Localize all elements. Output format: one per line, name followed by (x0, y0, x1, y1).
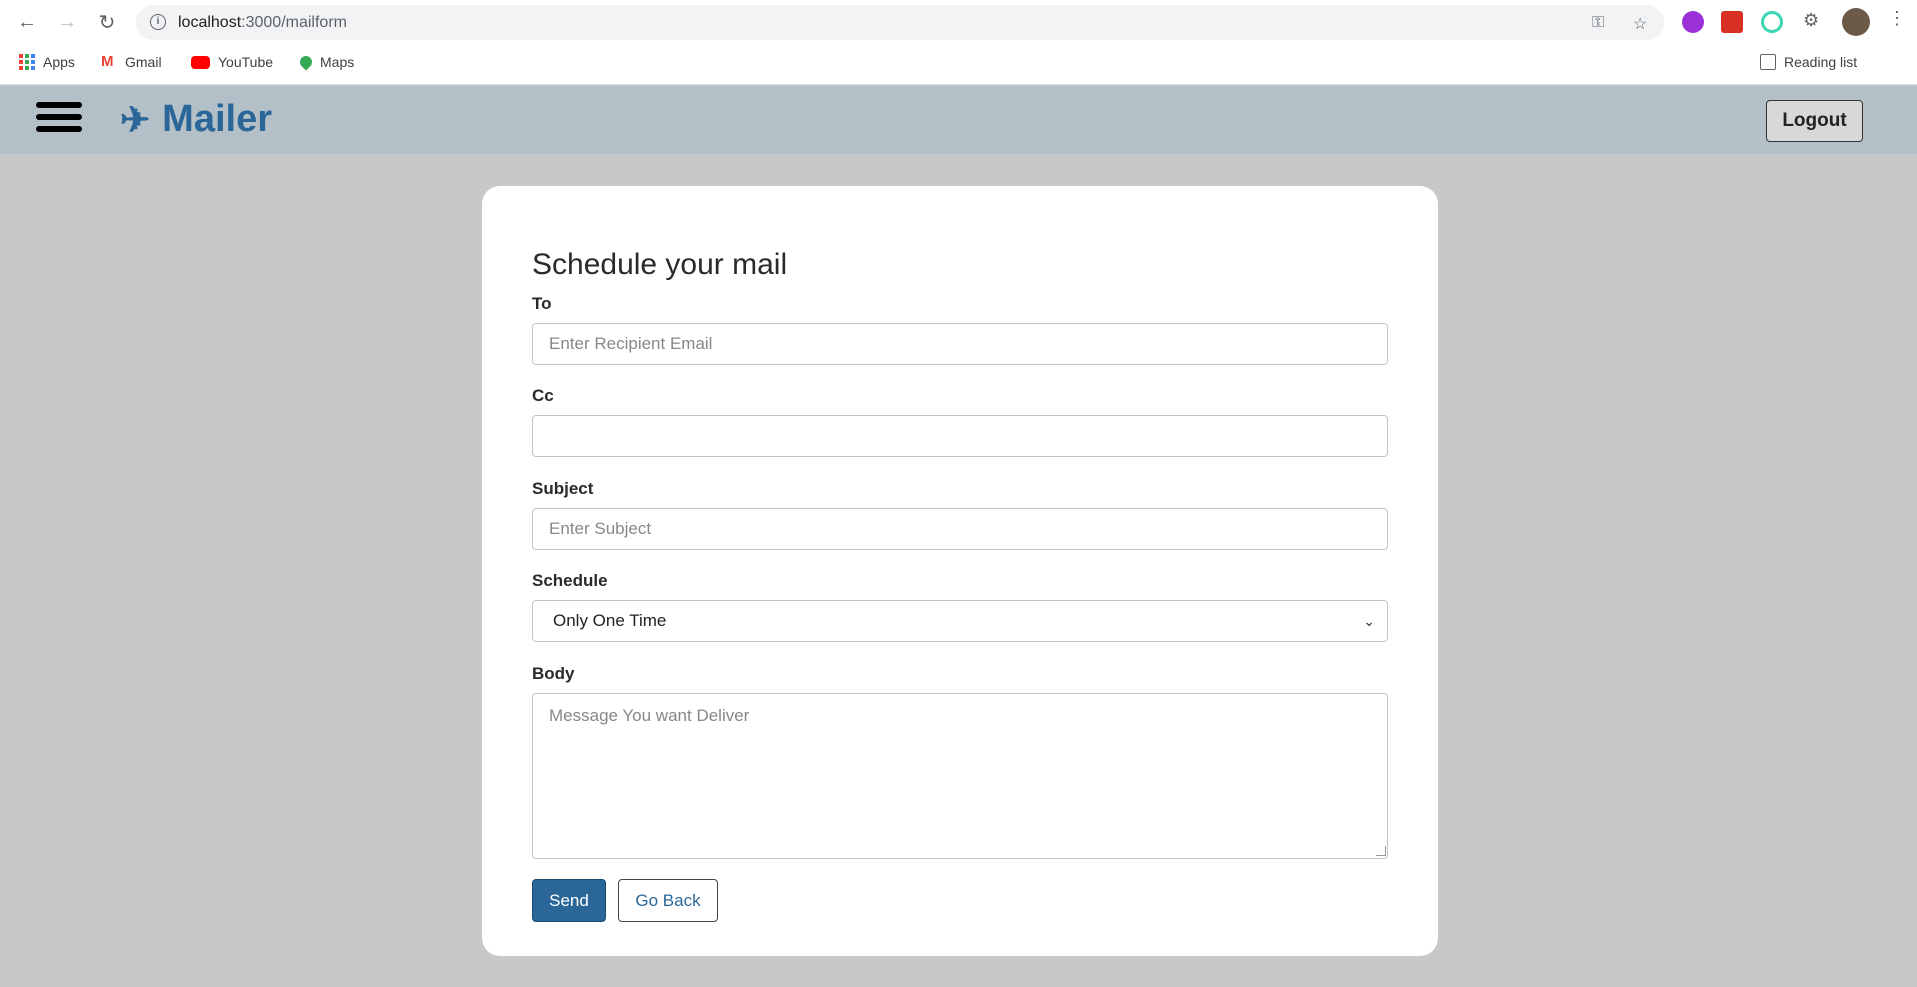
form-title: Schedule your mail (532, 248, 788, 281)
bookmark-star-icon[interactable]: ☆ (1633, 14, 1647, 34)
extensions-puzzle-icon[interactable]: ⚙ (1803, 10, 1819, 31)
hamburger-menu-icon[interactable] (36, 102, 82, 138)
maps-icon (297, 53, 315, 71)
extension-ring-icon[interactable] (1761, 11, 1783, 33)
bookmarks-bar: Apps M Gmail YouTube Maps Reading list (0, 49, 1917, 75)
logout-button[interactable]: Logout (1766, 100, 1863, 142)
site-info-icon[interactable]: i (150, 14, 166, 30)
mail-form-card: Schedule your mail To Cc Subject Schedul… (482, 186, 1438, 956)
reading-list-icon (1760, 54, 1776, 70)
app-navbar: ✈ Mailer (0, 86, 1917, 154)
send-button[interactable]: Send (532, 879, 606, 922)
subject-label: Subject (532, 479, 594, 498)
schedule-label: Schedule (532, 571, 608, 590)
gmail-icon: M (101, 53, 114, 70)
airplane-icon: ✈ (120, 98, 151, 140)
key-icon[interactable]: ⚿ (1592, 14, 1604, 32)
resize-handle-icon[interactable] (1376, 846, 1386, 856)
schedule-selected-value: Only One Time (553, 611, 667, 630)
forward-arrow-icon[interactable]: → (52, 8, 82, 36)
brand-logo[interactable]: ✈ Mailer (120, 98, 272, 141)
reading-list[interactable]: Reading list (1760, 49, 1857, 75)
subject-input[interactable] (532, 508, 1388, 550)
reload-icon[interactable]: ↻ (92, 8, 122, 36)
url-text: localhost:3000/mailform (178, 14, 347, 31)
extension-purple-icon[interactable] (1682, 11, 1704, 33)
bookmark-youtube[interactable]: YouTube (191, 49, 273, 75)
go-back-button[interactable]: Go Back (618, 879, 718, 922)
to-label: To (532, 294, 552, 313)
chevron-down-icon: ⌄ (1363, 612, 1375, 629)
cc-input[interactable] (532, 415, 1388, 457)
brand-name: Mailer (162, 98, 272, 140)
apps-grid-icon (19, 54, 35, 70)
to-email-input[interactable] (532, 323, 1388, 365)
address-bar[interactable]: i localhost:3000/mailform ⚿ ☆ (136, 5, 1664, 40)
bookmark-gmail[interactable]: M Gmail (101, 49, 162, 75)
browser-toolbar: ← → ↻ i localhost:3000/mailform ⚿ ☆ ⚙ ⋮ … (0, 0, 1917, 85)
profile-avatar[interactable] (1842, 8, 1870, 36)
cc-label: Cc (532, 386, 554, 405)
back-arrow-icon[interactable]: ← (12, 8, 42, 36)
body-textarea[interactable] (532, 693, 1388, 859)
extension-red-icon[interactable] (1721, 11, 1743, 33)
youtube-icon (191, 55, 210, 69)
bookmark-apps[interactable]: Apps (19, 49, 75, 75)
body-label: Body (532, 664, 575, 683)
schedule-select[interactable]: Only One Time ⌄ (532, 600, 1388, 642)
menu-dots-icon[interactable]: ⋮ (1888, 8, 1906, 29)
bookmark-maps[interactable]: Maps (297, 49, 354, 75)
